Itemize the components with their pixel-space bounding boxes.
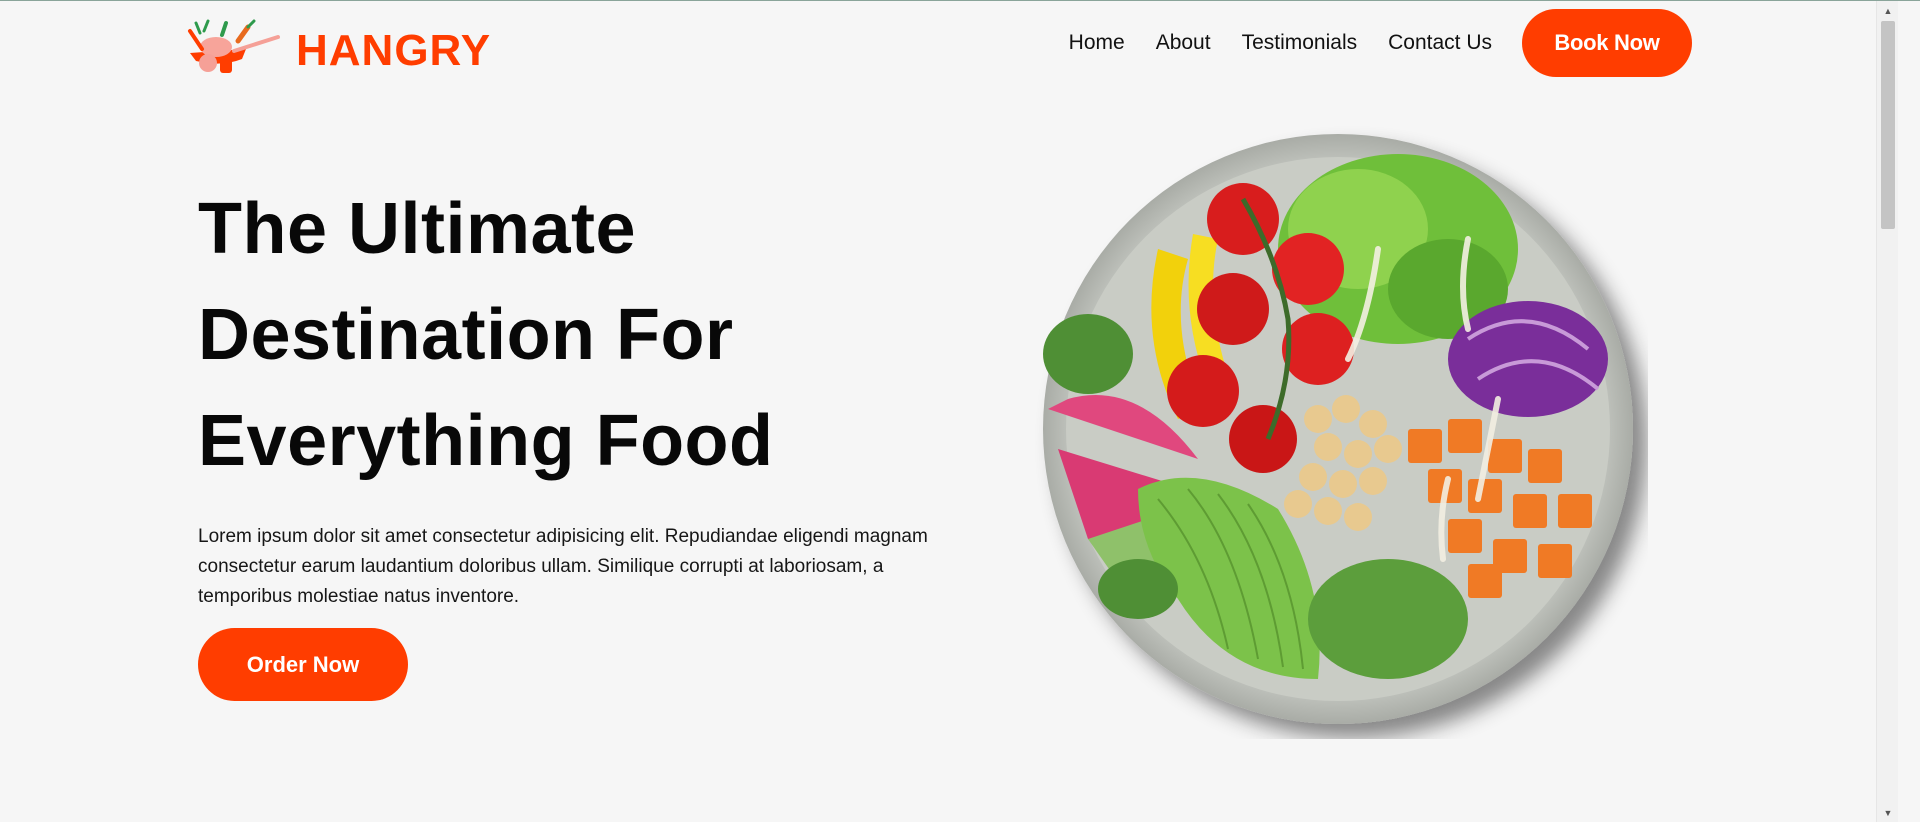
landing-page: HANGRY Home About Testimonials Contact U… (0, 1, 1898, 822)
nav-link-about[interactable]: About (1156, 9, 1211, 77)
nav-link-contact-us[interactable]: Contact Us (1388, 9, 1492, 77)
nav-link-testimonials[interactable]: Testimonials (1242, 9, 1358, 77)
main-nav: Home About Testimonials Contact Us Book … (1069, 9, 1692, 77)
salad-bowl-image (1043, 134, 1633, 724)
food-basket-logo-icon (188, 19, 280, 73)
scroll-down-arrow-icon[interactable]: ▼ (1877, 805, 1899, 821)
brand-logo[interactable]: HANGRY (182, 19, 491, 83)
hero-title-line: Destination For (198, 295, 734, 375)
hero-title-line: Everything Food (198, 401, 774, 481)
order-now-button[interactable]: Order Now (198, 628, 408, 701)
scrollbar-thumb[interactable] (1881, 21, 1895, 229)
book-now-button[interactable]: Book Now (1522, 9, 1692, 77)
hero-title-line: The Ultimate (198, 189, 637, 269)
page-scrollbar[interactable]: ▲ ▼ (1876, 1, 1898, 822)
brand-name: HANGRY (296, 26, 492, 75)
hero-description: Lorem ipsum dolor sit amet consectetur a… (198, 526, 928, 607)
hero-title: The Ultimate Destination For Everything … (198, 176, 818, 494)
scroll-up-arrow-icon[interactable]: ▲ (1877, 3, 1899, 19)
nav-link-home[interactable]: Home (1069, 9, 1125, 77)
